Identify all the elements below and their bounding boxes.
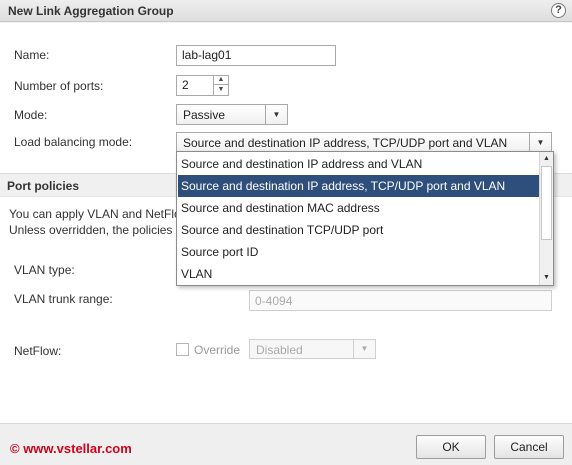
list-item[interactable]: Source and destination IP address and VL… [178, 153, 540, 175]
list-item[interactable]: VLAN [178, 263, 540, 285]
name-label: Name: [14, 48, 50, 62]
mode-label: Mode: [14, 108, 48, 122]
scroll-down-icon[interactable]: ▼ [540, 271, 553, 285]
vlan-trunk-range-label: VLAN trunk range: [14, 292, 113, 306]
policies-description-line2: Unless overridden, the policies [9, 223, 173, 237]
list-item[interactable]: Source port ID [178, 241, 540, 263]
list-item[interactable]: Source and destination TCP/UDP port [178, 219, 540, 241]
number-of-ports-input[interactable]: 2 ▲ ▼ [176, 75, 229, 96]
ok-button[interactable]: OK [416, 435, 486, 459]
ports-stepper[interactable]: ▲ ▼ [213, 75, 228, 96]
netflow-select[interactable]: Disabled ▼ [249, 339, 376, 359]
number-of-ports-label: Number of ports: [14, 79, 104, 93]
name-input[interactable]: lab-lag01 [176, 45, 336, 66]
override-checkbox[interactable] [176, 343, 189, 356]
chevron-down-icon[interactable]: ▼ [529, 133, 551, 152]
vlan-trunk-range-input[interactable]: 0-4094 [249, 290, 552, 311]
load-balancing-label: Load balancing mode: [14, 135, 133, 149]
policies-description-line1: You can apply VLAN and NetFlo [9, 207, 181, 221]
cancel-button[interactable]: Cancel [494, 435, 564, 459]
override-label: Override [194, 343, 241, 357]
load-balancing-options-list[interactable]: Source and destination IP address and VL… [176, 151, 554, 286]
list-item[interactable]: Source and destination MAC address [178, 197, 540, 219]
watermark-text: © www.vstellar.com [10, 441, 132, 456]
chevron-down-icon[interactable]: ▼ [353, 340, 375, 358]
number-of-ports-value: 2 [182, 78, 189, 92]
scroll-up-icon[interactable]: ▲ [540, 152, 553, 166]
stepper-up-icon[interactable]: ▲ [214, 75, 228, 85]
scroll-thumb[interactable] [541, 166, 552, 240]
mode-select[interactable]: Passive ▼ [176, 104, 288, 125]
chevron-down-icon[interactable]: ▼ [265, 105, 287, 124]
port-policies-title: Port policies [7, 179, 80, 193]
list-scrollbar[interactable]: ▲ ▼ [539, 152, 553, 285]
title-bar: New Link Aggregation Group ? [0, 0, 572, 22]
stepper-down-icon[interactable]: ▼ [214, 85, 228, 95]
netflow-label: NetFlow: [14, 344, 62, 358]
dialog-title: New Link Aggregation Group [8, 4, 174, 18]
load-balancing-value: Source and destination IP address, TCP/U… [183, 136, 508, 150]
list-item-selected[interactable]: Source and destination IP address, TCP/U… [178, 175, 540, 197]
netflow-value: Disabled [256, 343, 303, 357]
vlan-type-label: VLAN type: [14, 263, 75, 277]
dialog-footer: © www.vstellar.com OK Cancel [0, 423, 572, 465]
help-icon[interactable]: ? [551, 3, 566, 18]
mode-value: Passive [183, 108, 226, 122]
load-balancing-select[interactable]: Source and destination IP address, TCP/U… [176, 132, 552, 153]
